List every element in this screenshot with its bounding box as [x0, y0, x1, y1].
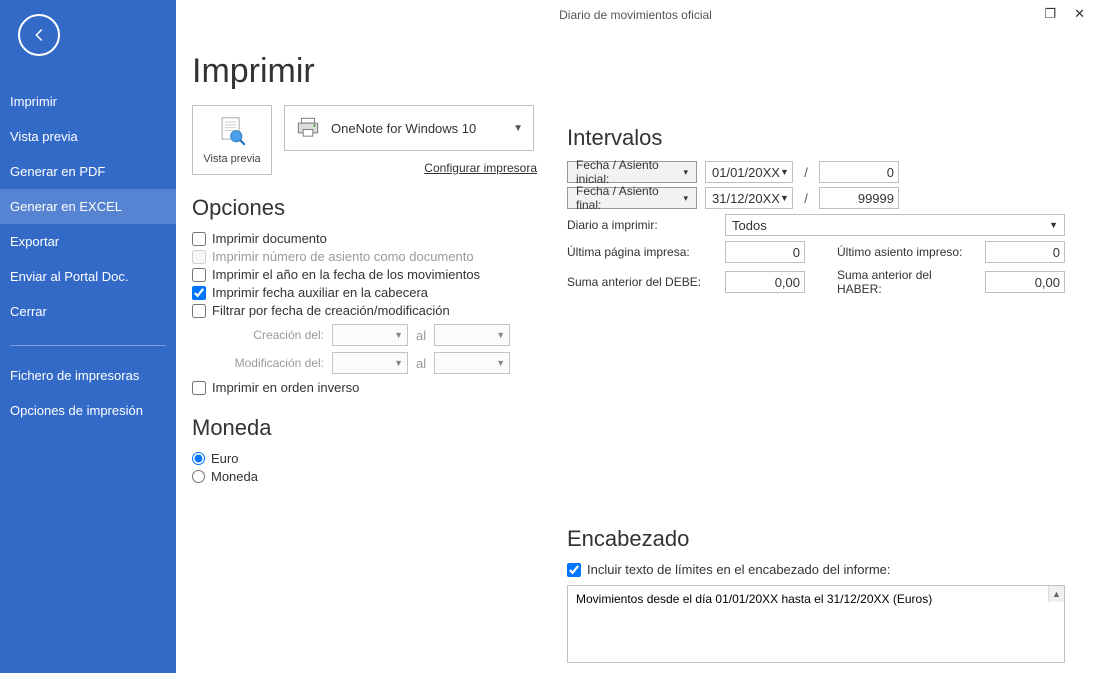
- sidebar-item-generar-en-pdf[interactable]: Generar en PDF: [0, 154, 176, 189]
- initial-date-input[interactable]: 01/01/20XX▼: [705, 161, 793, 183]
- chevron-down-icon: ▼: [513, 123, 523, 134]
- include-limits-checkbox[interactable]: Incluir texto de límites en el encabezad…: [567, 562, 1065, 577]
- chevron-down-icon: ▼: [394, 358, 403, 368]
- window-close-icon[interactable]: ✕: [1074, 6, 1085, 22]
- chevron-down-icon: ▼: [780, 167, 789, 177]
- debe-label: Suma anterior del DEBE:: [567, 275, 717, 289]
- final-date-input[interactable]: 31/12/20XX▼: [705, 187, 793, 209]
- sidebar-item-generar-en-excel[interactable]: Generar en EXCEL: [0, 189, 176, 224]
- currency-moneda-radio[interactable]: Moneda: [192, 469, 537, 484]
- intervals-heading: Intervalos: [567, 125, 1065, 151]
- back-button[interactable]: [18, 14, 60, 56]
- page-magnifier-icon: [215, 115, 249, 149]
- main-panel: Diario de movimientos oficial ❐ ✕ Imprim…: [176, 0, 1095, 673]
- chevron-down-icon: ▼: [394, 330, 403, 340]
- haber-input[interactable]: 0,00: [985, 271, 1065, 293]
- modification-date-label: Modificación del:: [214, 356, 324, 370]
- sidebar-separator: [10, 345, 166, 346]
- preview-label: Vista previa: [203, 153, 260, 165]
- preview-button[interactable]: Vista previa: [192, 105, 272, 175]
- diary-label: Diario a imprimir:: [567, 218, 717, 232]
- sidebar-item-imprimir[interactable]: Imprimir: [0, 84, 176, 119]
- filter-by-date-checkbox[interactable]: Filtrar por fecha de creación/modificaci…: [192, 303, 537, 318]
- sidebar: ImprimirVista previaGenerar en PDFGenera…: [0, 0, 176, 673]
- initial-date-button[interactable]: Fecha / Asiento inicial:▾: [567, 161, 697, 183]
- print-year-checkbox[interactable]: Imprimir el año en la fecha de los movim…: [192, 267, 537, 282]
- scroll-up-icon[interactable]: ▲: [1048, 586, 1064, 602]
- sidebar-item-cerrar[interactable]: Cerrar: [0, 294, 176, 329]
- print-aux-date-checkbox[interactable]: Imprimir fecha auxiliar en la cabecera: [192, 285, 537, 300]
- window-restore-icon[interactable]: ❐: [1044, 6, 1056, 22]
- sidebar-item-enviar-al-portal-doc-[interactable]: Enviar al Portal Doc.: [0, 259, 176, 294]
- print-document-checkbox[interactable]: Imprimir documento: [192, 231, 537, 246]
- haber-label: Suma anterior del HABER:: [837, 268, 977, 296]
- printer-icon: [295, 115, 321, 141]
- last-page-label: Última página impresa:: [567, 245, 717, 259]
- creation-date-label: Creación del:: [214, 328, 324, 342]
- currency-heading: Moneda: [192, 415, 537, 441]
- initial-entry-input[interactable]: 0: [819, 161, 899, 183]
- diary-select[interactable]: Todos▼: [725, 214, 1065, 236]
- chevron-down-icon: ▼: [496, 358, 505, 368]
- debe-input[interactable]: 0,00: [725, 271, 805, 293]
- printer-name: OneNote for Windows 10: [331, 121, 476, 136]
- arrow-left-icon: [30, 26, 48, 44]
- final-entry-input[interactable]: 99999: [819, 187, 899, 209]
- final-date-button[interactable]: Fecha / Asiento final:▾: [567, 187, 697, 209]
- chevron-down-icon: ▼: [1049, 220, 1058, 230]
- sidebar-item-fichero-de-impresoras[interactable]: Fichero de impresoras: [0, 358, 176, 393]
- modification-to-date[interactable]: ▼: [434, 352, 510, 374]
- sidebar-item-vista-previa[interactable]: Vista previa: [0, 119, 176, 154]
- configure-printer-link[interactable]: Configurar impresora: [424, 161, 537, 175]
- chevron-down-icon: ▾: [683, 193, 688, 204]
- currency-euro-radio[interactable]: Euro: [192, 451, 537, 466]
- print-entry-number-checkbox: Imprimir número de asiento como document…: [192, 249, 537, 264]
- last-page-input[interactable]: 0: [725, 241, 805, 263]
- creation-from-date[interactable]: ▼: [332, 324, 408, 346]
- modification-from-date[interactable]: ▼: [332, 352, 408, 374]
- header-heading: Encabezado: [567, 526, 1065, 552]
- last-entry-input[interactable]: 0: [985, 241, 1065, 263]
- printer-select[interactable]: OneNote for Windows 10 ▼: [284, 105, 534, 151]
- sidebar-item-exportar[interactable]: Exportar: [0, 224, 176, 259]
- print-reverse-checkbox[interactable]: Imprimir en orden inverso: [192, 380, 537, 395]
- sidebar-item-opciones-de-impresi-n[interactable]: Opciones de impresión: [0, 393, 176, 428]
- chevron-down-icon: ▾: [683, 167, 688, 178]
- chevron-down-icon: ▼: [496, 330, 505, 340]
- window-title: Diario de movimientos oficial: [176, 8, 1095, 22]
- creation-to-date[interactable]: ▼: [434, 324, 510, 346]
- chevron-down-icon: ▼: [780, 193, 789, 203]
- last-entry-label: Último asiento impreso:: [837, 245, 977, 259]
- options-heading: Opciones: [192, 195, 537, 221]
- header-text-area[interactable]: [567, 585, 1065, 663]
- page-title: Imprimir: [192, 52, 1065, 91]
